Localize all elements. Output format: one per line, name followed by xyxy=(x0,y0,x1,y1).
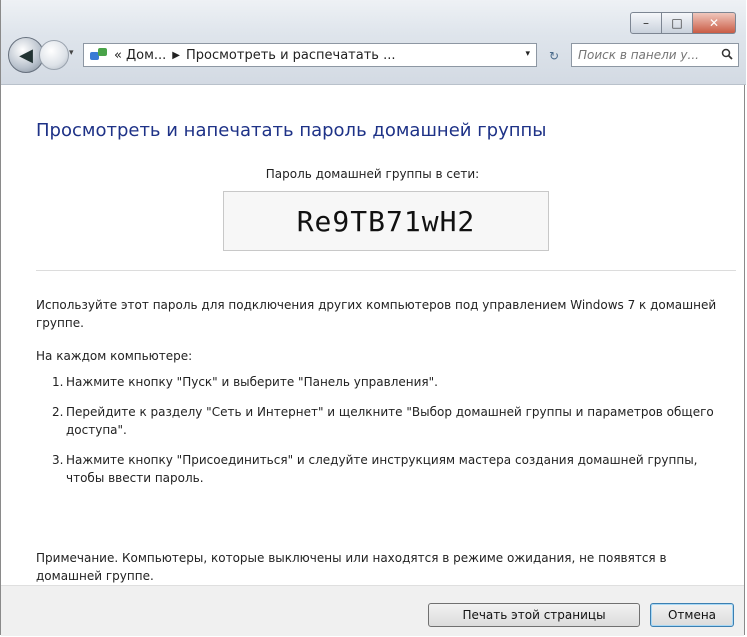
search-icon[interactable] xyxy=(721,48,733,60)
cancel-button[interactable]: Отмена xyxy=(650,603,734,627)
breadcrumb-item-homegroup[interactable]: Дом... xyxy=(126,48,166,63)
address-bar[interactable]: « Дом... ▶ Просмотреть и распечатать ...… xyxy=(83,43,537,67)
instructions-paragraph: Используйте этот пароль для подключения … xyxy=(36,298,717,330)
search-input[interactable] xyxy=(572,47,720,63)
page-title: Просмотреть и напечатать пароль домашней… xyxy=(36,120,547,141)
step-text: Нажмите кнопку "Пуск" и выберите "Панель… xyxy=(66,375,438,389)
refresh-icon: ↻ xyxy=(548,49,560,63)
search-box[interactable] xyxy=(571,43,739,67)
divider xyxy=(36,270,736,271)
step-item: 2. Перейдите к разделу "Сеть и Интернет"… xyxy=(36,403,736,439)
password-label: Пароль домашней группы в сети: xyxy=(265,167,480,181)
breadcrumb-item-view-print[interactable]: Просмотреть и распечатать ... xyxy=(186,48,395,63)
steps-list: 1. Нажмите кнопку "Пуск" и выберите "Пан… xyxy=(36,373,736,499)
caption-buttons: – □ ✕ xyxy=(630,12,736,34)
maximize-button[interactable]: □ xyxy=(662,12,693,34)
homegroup-icon xyxy=(90,48,110,62)
arrow-left-icon: ◀ xyxy=(19,44,33,66)
print-page-button[interactable]: Печать этой страницы xyxy=(428,603,640,627)
close-button[interactable]: ✕ xyxy=(693,12,736,34)
button-bar: Печать этой страницы Отмена xyxy=(1,585,744,636)
step-text: Нажмите кнопку "Присоединиться" и следуй… xyxy=(66,453,698,485)
password-display: Re9TB71wH2 xyxy=(223,191,549,251)
step-text: Перейдите к разделу "Сеть и Интернет" и … xyxy=(66,405,714,437)
title-bar: – □ ✕ ◀ ▾ « Дом... ▶ Просмотреть и распе… xyxy=(1,0,746,85)
note-paragraph: Примечание. Компьютеры, которые выключен… xyxy=(36,551,667,583)
step-item: 3. Нажмите кнопку "Присоединиться" и сле… xyxy=(36,451,736,487)
step-number: 2. xyxy=(52,405,64,419)
address-dropdown-icon[interactable]: ▾ xyxy=(525,49,530,59)
refresh-button[interactable]: ↻ xyxy=(541,43,567,69)
step-item: 1. Нажмите кнопку "Пуск" и выберите "Пан… xyxy=(36,373,736,391)
on-each-computer-label: На каждом компьютере: xyxy=(36,349,193,363)
forward-button[interactable] xyxy=(39,40,69,70)
window: – □ ✕ ◀ ▾ « Дом... ▶ Просмотреть и распе… xyxy=(0,0,746,636)
step-number: 3. xyxy=(52,453,64,467)
chevron-right-icon[interactable]: ▶ xyxy=(172,50,180,61)
recent-pages-dropdown[interactable]: ▾ xyxy=(69,48,74,58)
address-prefix[interactable]: « xyxy=(114,48,122,63)
step-number: 1. xyxy=(52,375,64,389)
minimize-button[interactable]: – xyxy=(630,12,662,34)
